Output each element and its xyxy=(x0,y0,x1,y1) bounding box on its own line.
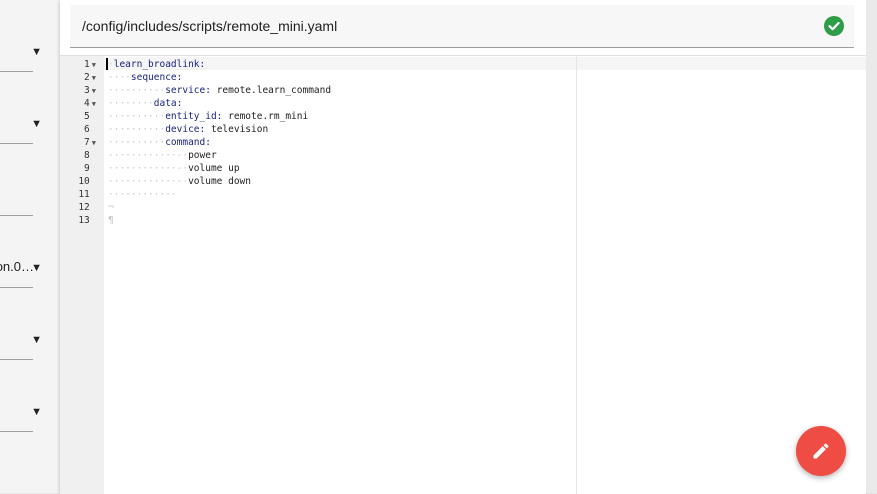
sidebar-item-4[interactable]: on.0… ▼ xyxy=(0,216,60,288)
indent-guide: ········ xyxy=(108,98,154,109)
indent-guide: ···· xyxy=(108,72,131,83)
scrollbar-track[interactable] xyxy=(866,0,877,493)
line-number: 10▼ xyxy=(78,176,90,187)
dropdown-arrow-icon[interactable]: ▼ xyxy=(31,262,42,274)
dropdown-arrow-icon[interactable]: ▼ xyxy=(31,46,42,58)
line-number: 9▼ xyxy=(84,163,90,174)
code-line[interactable]: ············-·volume down xyxy=(108,175,251,188)
line-number: 2 ▼ xyxy=(84,72,96,83)
code-line[interactable]: ¶ xyxy=(108,214,114,227)
code-editor[interactable]: 1▼ 2▼ 3▼ 4▼ 5▼ 6▼ 7▼ 8▼ 9▼ 10▼ 11▼ 12▼ 13▼ ·learn_br… xyxy=(60,55,866,494)
indent-guide: ············-· xyxy=(108,150,189,161)
active-line-highlight xyxy=(104,57,866,70)
line-number: 3 ▼ xyxy=(84,85,96,96)
file-editor-card: /config/includes/scripts/remote_mini.yam… xyxy=(60,0,866,494)
yaml-key: device: xyxy=(165,124,206,135)
sidebar-item-6[interactable]: ▼ xyxy=(0,360,60,432)
yaml-key: sequence: xyxy=(130,72,183,83)
edit-fab-button[interactable] xyxy=(796,426,846,476)
fold-arrow-icon[interactable]: ▼ xyxy=(92,87,96,95)
sidebar-item-value: on.0… xyxy=(0,259,34,274)
sidebar-item-2[interactable]: ▼ xyxy=(0,72,60,144)
line-number: 12▼ xyxy=(78,202,90,213)
code-line[interactable]: ········-·service: remote.learn_command xyxy=(108,84,331,97)
sidebar-item-1[interactable]: ▼ xyxy=(0,0,60,72)
sidebar-item-3[interactable] xyxy=(0,144,60,216)
line-number: 11▼ xyxy=(78,189,90,200)
indent-guide: ············-· xyxy=(108,163,189,174)
text-cursor xyxy=(106,58,108,70)
line-number: 8▼ xyxy=(84,150,90,161)
yaml-value: remote.learn_command xyxy=(210,85,332,96)
yaml-key: data: xyxy=(153,98,183,109)
file-path: /config/includes/scripts/remote_mini.yam… xyxy=(82,18,338,34)
yaml-value: volume down xyxy=(188,176,251,187)
code-line[interactable]: ············-·volume up xyxy=(108,162,240,175)
yaml-key: command: xyxy=(165,137,211,148)
print-margin xyxy=(576,56,577,494)
yaml-key: learn_broadlink: xyxy=(113,59,206,70)
line-number: 1 ▼ xyxy=(84,59,96,70)
code-line[interactable]: ··········entity_id: remote.rm_mini xyxy=(108,110,308,123)
indent-guide: ¬ xyxy=(108,202,114,213)
indent-guide: ·········· xyxy=(108,137,166,148)
check-circle-icon xyxy=(824,16,844,36)
code-line[interactable]: ····sequence: xyxy=(108,71,182,84)
pencil-icon xyxy=(813,443,829,459)
code-line[interactable]: ········data: xyxy=(108,97,182,110)
yaml-value: volume up xyxy=(188,163,240,174)
code-line[interactable]: ············-·power xyxy=(108,149,217,162)
line-number: 4 ▼ xyxy=(84,98,96,109)
indent-guide: ············ xyxy=(108,189,177,200)
indent-guide: ¶ xyxy=(108,215,114,226)
fold-arrow-icon[interactable]: ▼ xyxy=(92,74,96,82)
code-line[interactable]: ·learn_broadlink: xyxy=(108,58,205,71)
yaml-value: television xyxy=(205,124,269,135)
yaml-key: entity_id: xyxy=(165,111,223,122)
indent-guide: ·········· xyxy=(108,111,166,122)
line-number: 6▼ xyxy=(84,124,90,135)
indent-guide: ·········· xyxy=(108,124,166,135)
code-line[interactable]: ¬ xyxy=(108,201,114,214)
divider xyxy=(0,431,33,432)
fold-arrow-icon[interactable]: ▼ xyxy=(92,139,96,147)
fold-arrow-icon[interactable]: ▼ xyxy=(92,100,96,108)
code-line[interactable]: ··········device: television xyxy=(108,123,268,136)
yaml-value: remote.rm_mini xyxy=(222,111,309,122)
yaml-value: power xyxy=(188,150,217,161)
indent-guide: ········-· xyxy=(108,85,166,96)
sidebar-item-5[interactable]: ▼ xyxy=(0,288,60,360)
line-number: 13▼ xyxy=(78,215,90,226)
dropdown-arrow-icon[interactable]: ▼ xyxy=(31,406,42,418)
dropdown-arrow-icon[interactable]: ▼ xyxy=(31,118,42,130)
code-line[interactable]: ············ xyxy=(108,188,177,201)
file-path-header: /config/includes/scripts/remote_mini.yam… xyxy=(70,5,854,48)
code-line[interactable]: ··········command: xyxy=(108,136,211,149)
indent-guide: ············-· xyxy=(108,176,189,187)
dropdown-arrow-icon[interactable]: ▼ xyxy=(31,334,42,346)
line-number-gutter: 1▼ 2▼ 3▼ 4▼ 5▼ 6▼ 7▼ 8▼ 9▼ 10▼ 11▼ 12▼ 13▼ xyxy=(60,56,104,494)
fold-arrow-icon[interactable]: ▼ xyxy=(92,61,96,69)
line-number: 5▼ xyxy=(84,111,90,122)
sidebar: ▼ ▼ on.0… ▼ ▼ ▼ xyxy=(0,0,60,493)
yaml-key: service: xyxy=(165,85,211,96)
line-number: 7 ▼ xyxy=(84,137,96,148)
